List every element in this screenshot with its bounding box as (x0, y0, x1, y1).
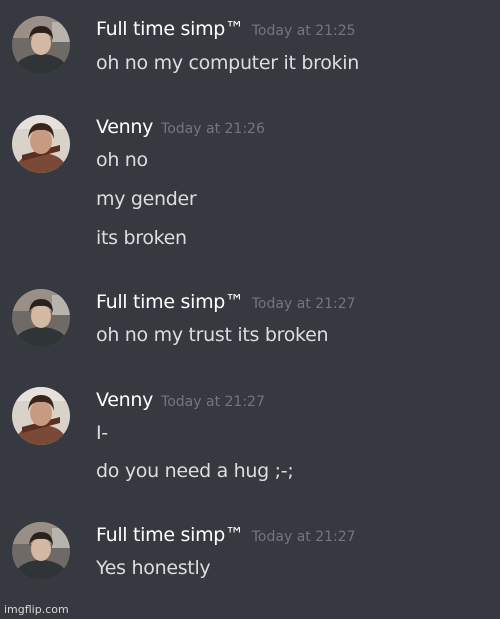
username[interactable]: Full time simp™ (96, 524, 244, 546)
simp-avatar-icon (12, 522, 70, 580)
avatar[interactable] (12, 16, 70, 74)
timestamp: Today at 21:27 (251, 529, 356, 545)
message-text: do you need a hug ;-; (96, 460, 294, 482)
message-text: oh no my computer it brokin (96, 52, 359, 74)
watermark: imgflip.com (4, 603, 69, 616)
username[interactable]: Full time simp™ (96, 291, 244, 313)
chat-log: Full time simp™ Today at 21:25 oh no my c… (0, 0, 500, 619)
message-text: its broken (96, 227, 187, 249)
message-text: my gender (96, 188, 197, 210)
avatar[interactable] (12, 115, 70, 173)
timestamp: Today at 21:25 (251, 23, 356, 39)
avatar[interactable] (12, 289, 70, 347)
timestamp: Today at 21:27 (251, 296, 356, 312)
venny-avatar-icon (12, 115, 70, 173)
message-text: Yes honestly (96, 557, 211, 579)
message-text: I- (96, 422, 108, 444)
username[interactable]: Full time simp™ (96, 18, 244, 40)
simp-avatar-icon (12, 16, 70, 74)
username[interactable]: Venny (96, 116, 153, 138)
username[interactable]: Venny (96, 389, 153, 411)
timestamp: Today at 21:27 (161, 394, 265, 410)
message-text: oh no (96, 149, 148, 171)
venny-avatar-icon (12, 387, 70, 445)
timestamp: Today at 21:26 (161, 121, 265, 137)
avatar[interactable] (12, 387, 70, 445)
message-text: oh no my trust its broken (96, 324, 329, 346)
simp-avatar-icon (12, 289, 70, 347)
avatar[interactable] (12, 522, 70, 580)
